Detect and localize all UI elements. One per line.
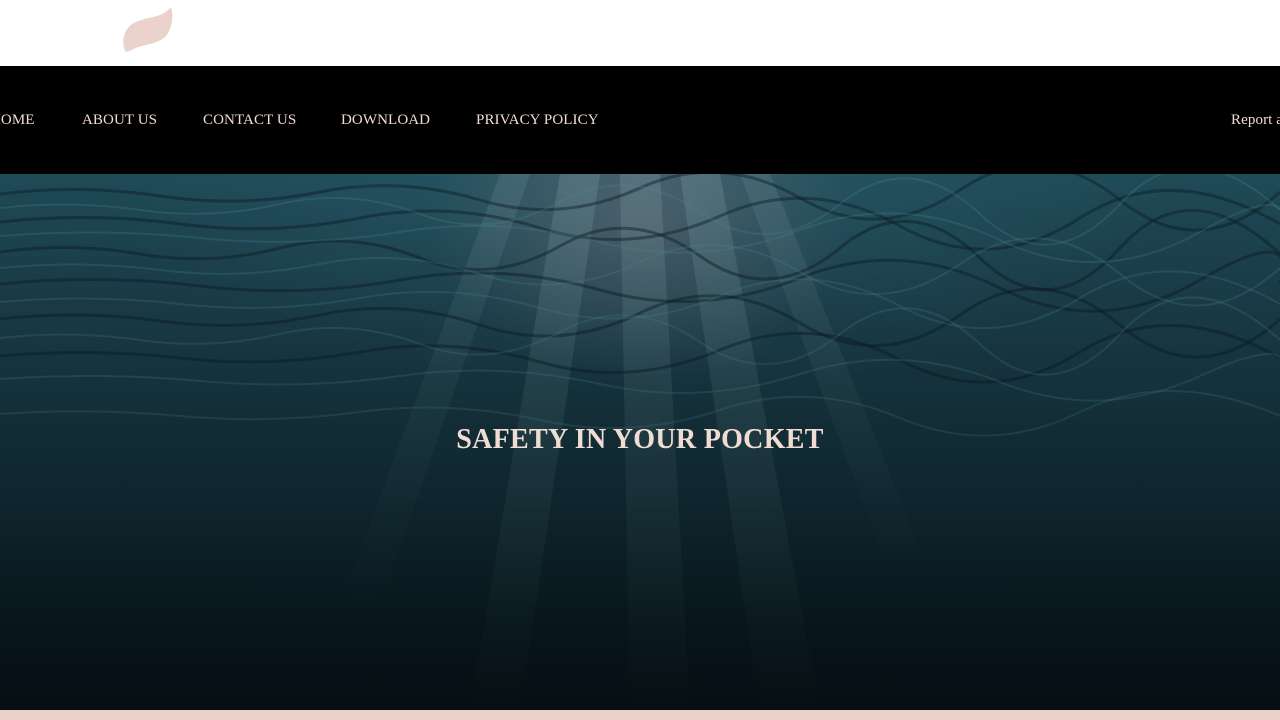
feather-logo-icon[interactable] xyxy=(118,4,178,56)
main-nav: HOME ABOUT US CONTACT US DOWNLOAD PRIVAC… xyxy=(0,66,1280,174)
nav-home-link[interactable]: HOME xyxy=(0,110,35,130)
top-header xyxy=(0,0,1280,66)
nav-download-link[interactable]: DOWNLOAD xyxy=(341,110,430,130)
hero-title: SAFETY IN YOUR POCKET xyxy=(456,424,824,455)
nav-about-us-link[interactable]: ABOUT US xyxy=(82,110,157,130)
section-divider xyxy=(0,710,1280,720)
nav-contact-us-link[interactable]: CONTACT US xyxy=(203,110,296,130)
hero-banner: SAFETY IN YOUR POCKET xyxy=(0,174,1280,710)
nav-privacy-policy-link[interactable]: PRIVACY POLICY xyxy=(476,110,599,130)
nav-report-link[interactable]: Report an xyxy=(1231,110,1280,130)
